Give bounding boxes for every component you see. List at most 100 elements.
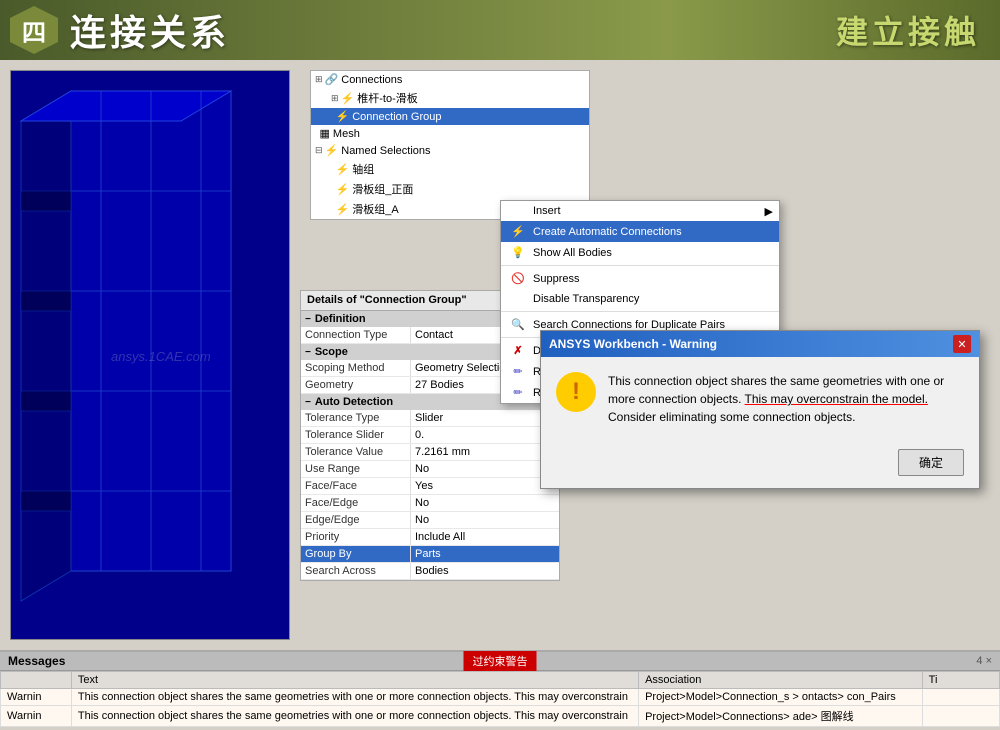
tree-item-conn-group[interactable]: ⚡ Connection Group [311,108,589,125]
prop-value: No [411,512,559,528]
expand-icon [315,129,318,139]
tree-item-label: 滑板组_正面 [352,181,413,197]
messages-badge: 过约束警告 [464,651,537,671]
tree-item-named-sel[interactable]: ⊟ ⚡ Named Selections [311,142,589,159]
dialog-message-line3: Consider eliminating some connection obj… [608,410,855,424]
prop-value: 0. [411,427,559,443]
menu-item-label: Insert [533,205,561,217]
show-bodies-icon: 💡 [509,246,527,259]
tree-item-huaban[interactable]: ⚡ 滑板组_正面 [311,179,589,199]
menu-item-suppress[interactable]: 🚫 Suppress [501,268,779,289]
col-header-type [1,672,72,689]
prop-row-userange: Use Range No [301,461,559,478]
huaban2-icon: ⚡ [336,203,350,216]
prop-label: Edge/Edge [301,512,411,528]
tree-item-label: Named Selections [341,145,430,157]
expand-icon [331,184,334,194]
header-right-title: 建立接触 [836,7,980,53]
msg-ti [922,689,999,706]
dialog-title: ANSYS Workbench - Warning [549,337,717,351]
conn1-icon: ⚡ [341,92,355,105]
messages-panel: Messages 过约束警告 4 × Text Association Ti W… [0,650,1000,730]
right-area: ⊞ 🔗 Connections ⊞ ⚡ 椎杆-to-滑板 ⚡ Connectio… [300,60,1000,650]
prop-label: Priority [301,529,411,545]
section-label: Definition [315,313,366,325]
menu-item-disable-trans[interactable]: Disable Transparency [501,289,779,309]
prop-value: 7.2161 mm [411,444,559,460]
prop-row-toltype: Tolerance Type Slider [301,410,559,427]
collapse-icon: − [305,347,311,358]
dialog-message-underline: This may overconstrain the model. [745,392,928,406]
prop-label: Face/Face [301,478,411,494]
suppress-icon: 🚫 [509,272,527,285]
prop-label: Search Across [301,563,411,579]
viewport-3d: ansys.1CAE.com [10,70,290,640]
ok-button[interactable]: 确定 [898,449,964,476]
tree-item-label: 滑板组_A [352,201,398,217]
col-header-ti: Ti [922,672,999,689]
expand-icon [331,204,334,214]
search-dup-icon: 🔍 [509,318,527,331]
dialog-close-button[interactable]: ✕ [953,335,971,353]
dialog-footer: 确定 [541,441,979,488]
prop-row-tolslider: Tolerance Slider 0. [301,427,559,444]
msg-assoc: Project>Model>Connection_s > ontacts> co… [639,689,923,706]
menu-item-label: Suppress [533,273,579,285]
tree-item-conn1[interactable]: ⊞ ⚡ 椎杆-to-滑板 [311,88,589,108]
expand-icon: ⊞ [331,93,339,104]
table-row: Warnin This connection object shares the… [1,689,1000,706]
tree-item-label: Connections [341,74,402,86]
dialog-titlebar: ANSYS Workbench - Warning ✕ [541,331,979,357]
menu-item-label: Disable Transparency [533,293,639,305]
tree-item-mesh[interactable]: ▦ Mesh [311,125,589,142]
col-header-assoc: Association [639,672,923,689]
prop-label: Tolerance Value [301,444,411,460]
collapse-icon: − [305,397,311,408]
menu-item-create-auto[interactable]: ⚡ Create Automatic Connections [501,221,779,242]
dialog-message-line2: more connection objects. [608,392,741,406]
prop-value: Parts [411,546,559,562]
named-sel-icon: ⚡ [325,144,339,157]
prop-row-faceface: Face/Face Yes [301,478,559,495]
rename-def-icon: ✏ [509,386,527,399]
msg-assoc: Project>Model>Connections> ade> 图解线 [639,706,923,727]
msg-type: Warnin [1,706,72,727]
prop-value: No [411,461,559,477]
prop-label: Geometry [301,377,411,393]
prop-row-edgeedge: Edge/Edge No [301,512,559,529]
collapse-icon: − [305,314,311,325]
col-header-text: Text [71,672,638,689]
prop-label: Scoping Method [301,360,411,376]
separator [501,311,779,312]
zhouzu-icon: ⚡ [336,163,350,176]
create-auto-icon: ⚡ [509,225,527,238]
messages-table: Text Association Ti Warnin This connecti… [0,671,1000,727]
tree-item-connections[interactable]: ⊞ 🔗 Connections [311,71,589,88]
prop-label: Tolerance Slider [301,427,411,443]
prop-row-tolvalue: Tolerance Value 7.2161 mm [301,444,559,461]
messages-header: Messages 过约束警告 4 × [0,652,1000,671]
header-badge: 四 [10,6,58,54]
expand-icon: ⊟ [315,145,323,156]
warning-dialog: ANSYS Workbench - Warning ✕ ! This conne… [540,330,980,489]
messages-title: Messages [8,654,65,668]
header-title: 连接关系 [70,4,230,56]
expand-icon [331,112,334,122]
submenu-arrow-icon: ▶ [765,205,773,218]
expand-icon [331,164,334,174]
prop-value: Bodies [411,563,559,579]
dialog-message-line1: This connection object shares the same g… [608,374,944,388]
prop-row-searchacross: Search Across Bodies [301,563,559,580]
menu-item-show-bodies[interactable]: 💡 Show All Bodies [501,242,779,263]
dialog-body: ! This connection object shares the same… [541,357,979,441]
tree-item-zhouzu[interactable]: ⚡ 轴组 [311,159,589,179]
prop-row-faceedge: Face/Edge No [301,495,559,512]
msg-text: This connection object shares the same g… [71,689,638,706]
menu-item-insert[interactable]: Insert ▶ [501,201,779,221]
expand-icon: ⊞ [315,74,323,85]
rename-icon: ✏ [509,365,527,378]
prop-label: Tolerance Type [301,410,411,426]
dialog-text: This connection object shares the same g… [608,372,964,426]
mesh-icon: ▦ [320,127,330,140]
tree-panel: ⊞ 🔗 Connections ⊞ ⚡ 椎杆-to-滑板 ⚡ Connectio… [310,70,590,220]
